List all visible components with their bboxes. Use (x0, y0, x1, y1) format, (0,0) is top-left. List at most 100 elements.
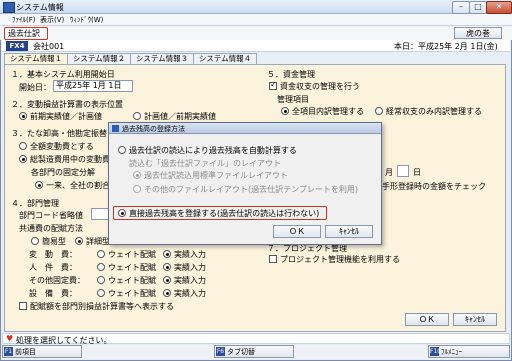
radio-standard-layout[interactable] (133, 171, 141, 179)
radio-auto-calc-label: 過去仕訳の読込により過去残高を自動計算する (129, 146, 297, 155)
dept-code-label: 部門コード省略値 (19, 211, 83, 220)
menu-bar: ﾌｧｲﾙ(F) 表示(V) ｳｨﾝﾄﾞｳ(W) (0, 14, 512, 26)
menu-file[interactable]: ﾌｧｲﾙ(F) (12, 15, 36, 25)
f6-key-label: タブ切替 (227, 348, 255, 356)
dialog-title: 過去残高の登録方法 (122, 125, 185, 133)
radio-company-ratio[interactable] (35, 181, 43, 189)
radio-actual[interactable] (163, 289, 171, 297)
month-label: 月 (385, 168, 393, 177)
section5-heading: ５．資金管理 (267, 70, 315, 79)
radio-ordinary-only-label: 経常収支のみ内訳管理する (386, 107, 482, 116)
f10-key-label: ﾌﾙﾒﾆｭｰ (441, 348, 462, 356)
radio-weight[interactable] (97, 250, 105, 258)
heart-icon: ♥ (6, 334, 14, 343)
radio-weight[interactable] (97, 289, 105, 297)
menu-view[interactable]: 表示(V) (40, 15, 64, 25)
radio-mfg-variable-label: 総製造費用中の変動費 (30, 155, 110, 164)
start-date-field[interactable]: 平成25年 1月 1日 (53, 80, 133, 92)
radio-actual-label: 実績入力 (174, 276, 206, 285)
app-icon (3, 2, 15, 13)
cash-mgmt-label: 資金収支の管理を行う (280, 82, 360, 91)
radio-mfg-variable[interactable] (19, 155, 27, 163)
radio-company-ratio-label: 一来、全社の割合 (46, 181, 110, 190)
project-mgmt-checkbox[interactable] (269, 255, 277, 263)
section2-heading: ２．変動損益計算書の表示位置 (11, 100, 123, 109)
layout-label: 読込む「過去仕訳ファイル」のレイアウト (129, 159, 281, 168)
radio-detail-label: 詳細型 (86, 237, 110, 246)
radio-weight-label: ウェイト配賦 (108, 263, 156, 272)
radio-auto-calc[interactable] (118, 146, 126, 154)
radio-standard-layout-label: 過去仕訳読込用標準ファイルレイアウト (144, 171, 288, 180)
dialog-cancel-button[interactable]: ｷｬﾝｾﾙ (325, 225, 373, 238)
radio-all-variable[interactable] (19, 142, 27, 150)
radio-prior-actual-label: 前期実績値／計画値 (30, 112, 102, 121)
radio-plan[interactable] (133, 112, 141, 120)
company-name: 会社001 (33, 42, 65, 51)
radio-weight[interactable] (97, 276, 105, 284)
radio-other-layout-label: その他のファイルレイアウト(過去仕訳テンプレートを利用) (144, 185, 358, 194)
show-allocation-checkbox[interactable] (19, 302, 27, 310)
start-date-label: 開始日： (19, 83, 51, 92)
close-button[interactable]: ✕ (486, 1, 512, 14)
bill-amount-label: 手形登録時の金額をチェック (382, 182, 486, 191)
minimize-button[interactable]: – (452, 1, 470, 14)
dialog-ok-button[interactable]: ＯＫ (273, 225, 321, 238)
tora-no-maki-button[interactable]: 虎の巻 (454, 27, 502, 39)
radio-weight-label: ウェイト配賦 (108, 250, 156, 259)
radio-actual[interactable] (163, 263, 171, 271)
radio-actual[interactable] (163, 276, 171, 284)
f10-key-number: F10 (430, 347, 442, 356)
radio-actual-label: 実績入力 (174, 289, 206, 298)
f1-key-label: 前項目 (15, 348, 36, 356)
radio-plan-label: 計画値／前期実績値 (144, 112, 216, 121)
today-date: 本日：平成25年 2月 1日(金) (394, 42, 498, 51)
radio-simple[interactable] (31, 237, 39, 245)
radio-weight-label: ウェイト配賦 (108, 276, 156, 285)
section4-heading: ４．部門管理 (11, 199, 59, 208)
f1-key-number: F1 (4, 347, 13, 356)
product-badge: FX4 (6, 41, 28, 51)
ok-button[interactable]: ＯＫ (405, 313, 449, 326)
day-field[interactable] (397, 165, 409, 177)
f1-prev-field-button[interactable]: F1 前項目 (2, 345, 82, 358)
radio-simple-label: 簡易型 (42, 237, 66, 246)
past-settings-button[interactable]: 過去仕訳設定 (4, 27, 48, 49)
radio-other-layout[interactable] (133, 185, 141, 193)
f6-switch-tab-button[interactable]: F6 タブ切替 (214, 345, 294, 358)
menu-window[interactable]: ｳｨﾝﾄﾞｳ(W) (70, 15, 103, 25)
cancel-button[interactable]: ｷｬﾝｾﾙ (453, 313, 497, 326)
dialog-title-bar: 過去残高の登録方法 (109, 123, 381, 134)
radio-all-variable-label: 全額変動費とする (30, 142, 94, 151)
cash-mgmt-checkbox[interactable] (269, 80, 277, 90)
radio-weight[interactable] (97, 263, 105, 271)
radio-actual-label: 実績入力 (174, 250, 206, 259)
window-title: システム情報 (16, 3, 64, 12)
radio-actual-label: 実績入力 (174, 263, 206, 272)
fixed-split-label: 各部門の固定分解 (31, 168, 95, 177)
status-bar: ♥ 処理を選択してください。 (2, 333, 510, 345)
radio-prior-actual[interactable] (19, 112, 27, 120)
toolbar (0, 26, 512, 40)
cost-row-name: その他固定費： (29, 276, 85, 285)
dialog-icon (112, 125, 119, 132)
allocation-method-label: 共通費の配賦方法 (19, 224, 83, 233)
radio-weight-label: ウェイト配賦 (108, 289, 156, 298)
mgmt-items-label: 管理項目 (277, 95, 309, 104)
radio-actual[interactable] (163, 250, 171, 258)
radio-all-items-label: 全項目内訳管理する (292, 107, 364, 116)
project-mgmt-label: プロジェクト管理機能を利用する (280, 255, 400, 264)
section1-heading: １．基本システム利用開始日 (11, 70, 115, 79)
function-key-bar: F1 前項目 F6 タブ切替 F10ﾌﾙﾒﾆｭｰ (2, 345, 510, 359)
maximize-button[interactable]: □ (469, 1, 487, 14)
section3-heading: ３．たな卸高・他勘定振替 (11, 129, 107, 138)
past-balance-dialog: 過去残高の登録方法 過去仕訳の読込により過去残高を自動計算する 読込む「過去仕訳… (108, 122, 382, 245)
title-bar: システム情報 – □ ✕ (0, 0, 512, 14)
radio-direct-entry[interactable] (118, 209, 126, 217)
radio-direct-entry-label: 直接過去残高を登録する(過去仕訳の読込は行わない) (129, 209, 320, 218)
radio-detail[interactable] (75, 237, 83, 245)
cost-row-name: 設 備 費： (29, 289, 77, 298)
radio-ordinary-only[interactable] (375, 107, 383, 115)
radio-all-items[interactable] (281, 107, 289, 115)
f10-full-menu-button[interactable]: F10ﾌﾙﾒﾆｭｰ (428, 345, 510, 358)
show-allocation-label: 配賦額を部門別損益計算書等へ表示する (30, 302, 174, 311)
